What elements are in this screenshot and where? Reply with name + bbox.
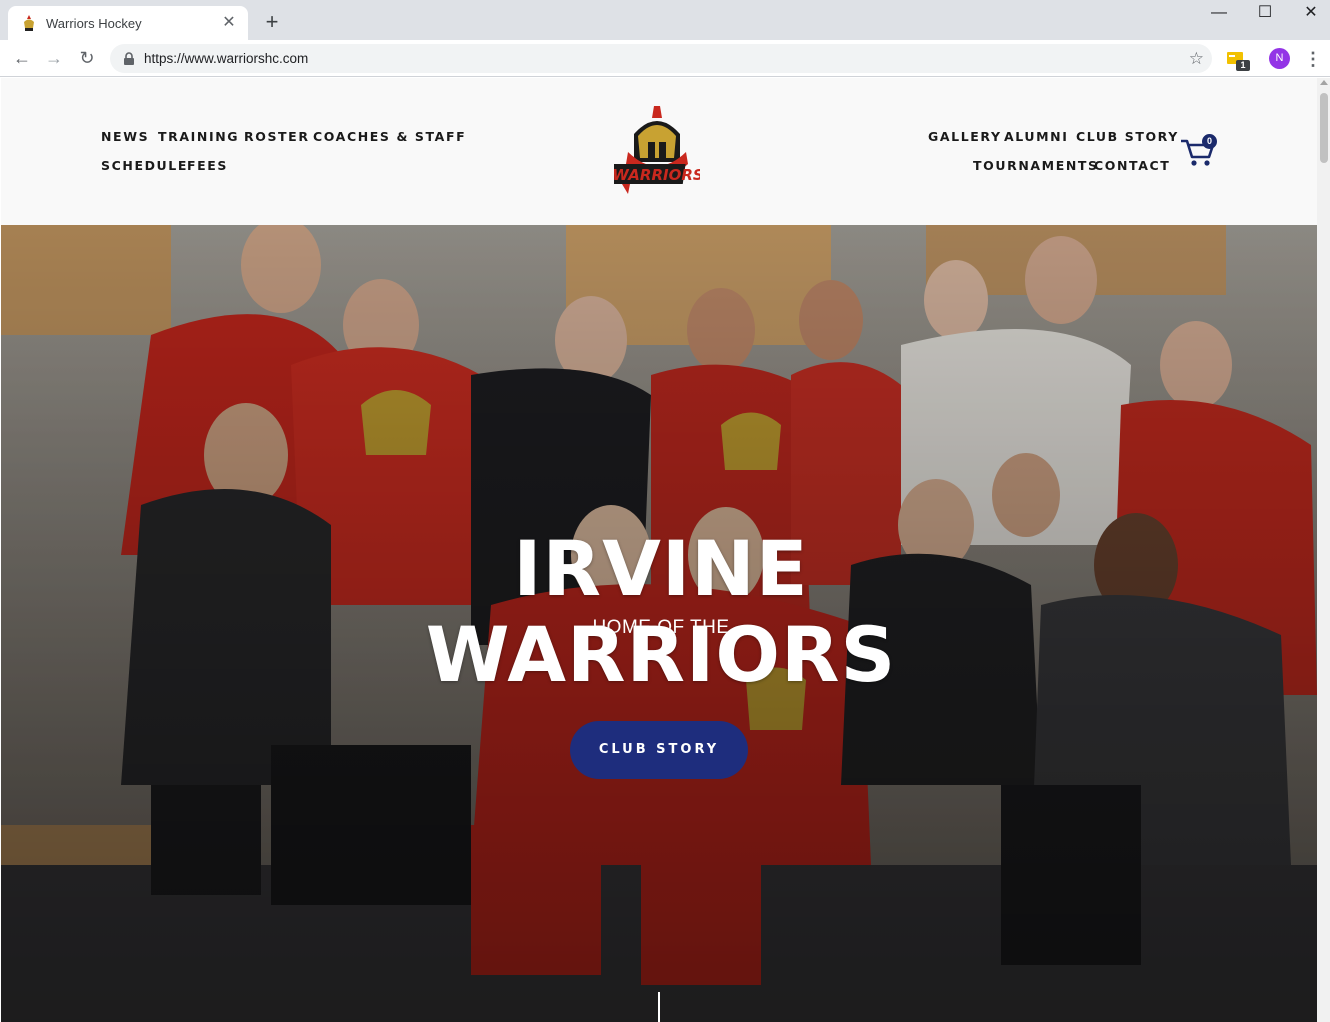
nav-news[interactable]: NEWS	[101, 129, 149, 144]
url-text[interactable]: https://www.warriorshc.com	[144, 51, 1189, 66]
address-bar[interactable]: https://www.warriorshc.com ☆	[110, 44, 1212, 73]
hero-section: HOME OF THE IRVINE WARRIORS CLUB STORY	[1, 225, 1317, 1022]
nav-training[interactable]: TRAINING	[158, 129, 239, 144]
page-scrollbar[interactable]	[1317, 78, 1330, 1022]
tab-close-icon[interactable]: ✕	[220, 14, 238, 32]
nav-fees[interactable]: FEES	[187, 158, 228, 173]
new-tab-button[interactable]: +	[260, 10, 284, 34]
back-arrow-icon[interactable]: ←	[10, 46, 34, 70]
nav-gallery[interactable]: GALLERY	[928, 129, 1002, 144]
tab-strip: Warriors Hockey ✕ + — ☐ ✕	[0, 0, 1330, 40]
window-close-icon[interactable]: ✕	[1288, 2, 1330, 24]
browser-menu-icon[interactable]: ⋮	[1304, 46, 1322, 72]
scroll-up-arrow-icon[interactable]	[1320, 80, 1328, 85]
lock-icon	[124, 51, 134, 65]
cart-count-badge: 0	[1202, 134, 1217, 149]
web-page: NEWS TRAINING ROSTER COACHES & STAFF SCH…	[1, 78, 1317, 1022]
warriors-favicon-icon	[24, 15, 34, 31]
site-header: NEWS TRAINING ROSTER COACHES & STAFF SCH…	[1, 78, 1317, 225]
bookmark-star-icon[interactable]: ☆	[1189, 49, 1204, 69]
warriors-logo[interactable]: WARRIORS	[614, 104, 700, 196]
maximize-icon[interactable]: ☐	[1242, 2, 1288, 24]
forward-arrow-icon[interactable]: →	[42, 46, 66, 70]
tab-title: Warriors Hockey	[46, 15, 142, 31]
club-story-button[interactable]: CLUB STORY	[570, 721, 748, 779]
profile-avatar[interactable]: N	[1269, 48, 1290, 69]
nav-contact[interactable]: CONTACT	[1094, 158, 1170, 173]
browser-tab[interactable]: Warriors Hockey ✕	[8, 6, 248, 40]
logo-text: WARRIORS	[614, 166, 700, 184]
hero-title-line1: IRVINE	[513, 524, 809, 613]
browser-toolbar: ← → ↻ https://www.warriorshc.com ☆ 1 N ⋮	[0, 40, 1330, 77]
nav-club-story[interactable]: CLUB STORY	[1076, 129, 1179, 144]
reload-icon[interactable]: ↻	[75, 46, 99, 70]
nav-schedule[interactable]: SCHEDULE	[101, 158, 188, 173]
scrollbar-thumb[interactable]	[1320, 93, 1328, 163]
nav-alumni[interactable]: ALUMNI	[1004, 129, 1069, 144]
extension-badge: 1	[1236, 60, 1250, 71]
minimize-icon[interactable]: —	[1196, 2, 1242, 24]
nav-roster[interactable]: ROSTER	[244, 129, 310, 144]
nav-coaches-staff[interactable]: COACHES & STAFF	[313, 129, 466, 144]
nav-tournaments[interactable]: TOURNAMENTS	[973, 158, 1099, 173]
hero-title-line2: WARRIORS	[425, 610, 897, 699]
scroll-indicator[interactable]	[658, 992, 660, 1022]
